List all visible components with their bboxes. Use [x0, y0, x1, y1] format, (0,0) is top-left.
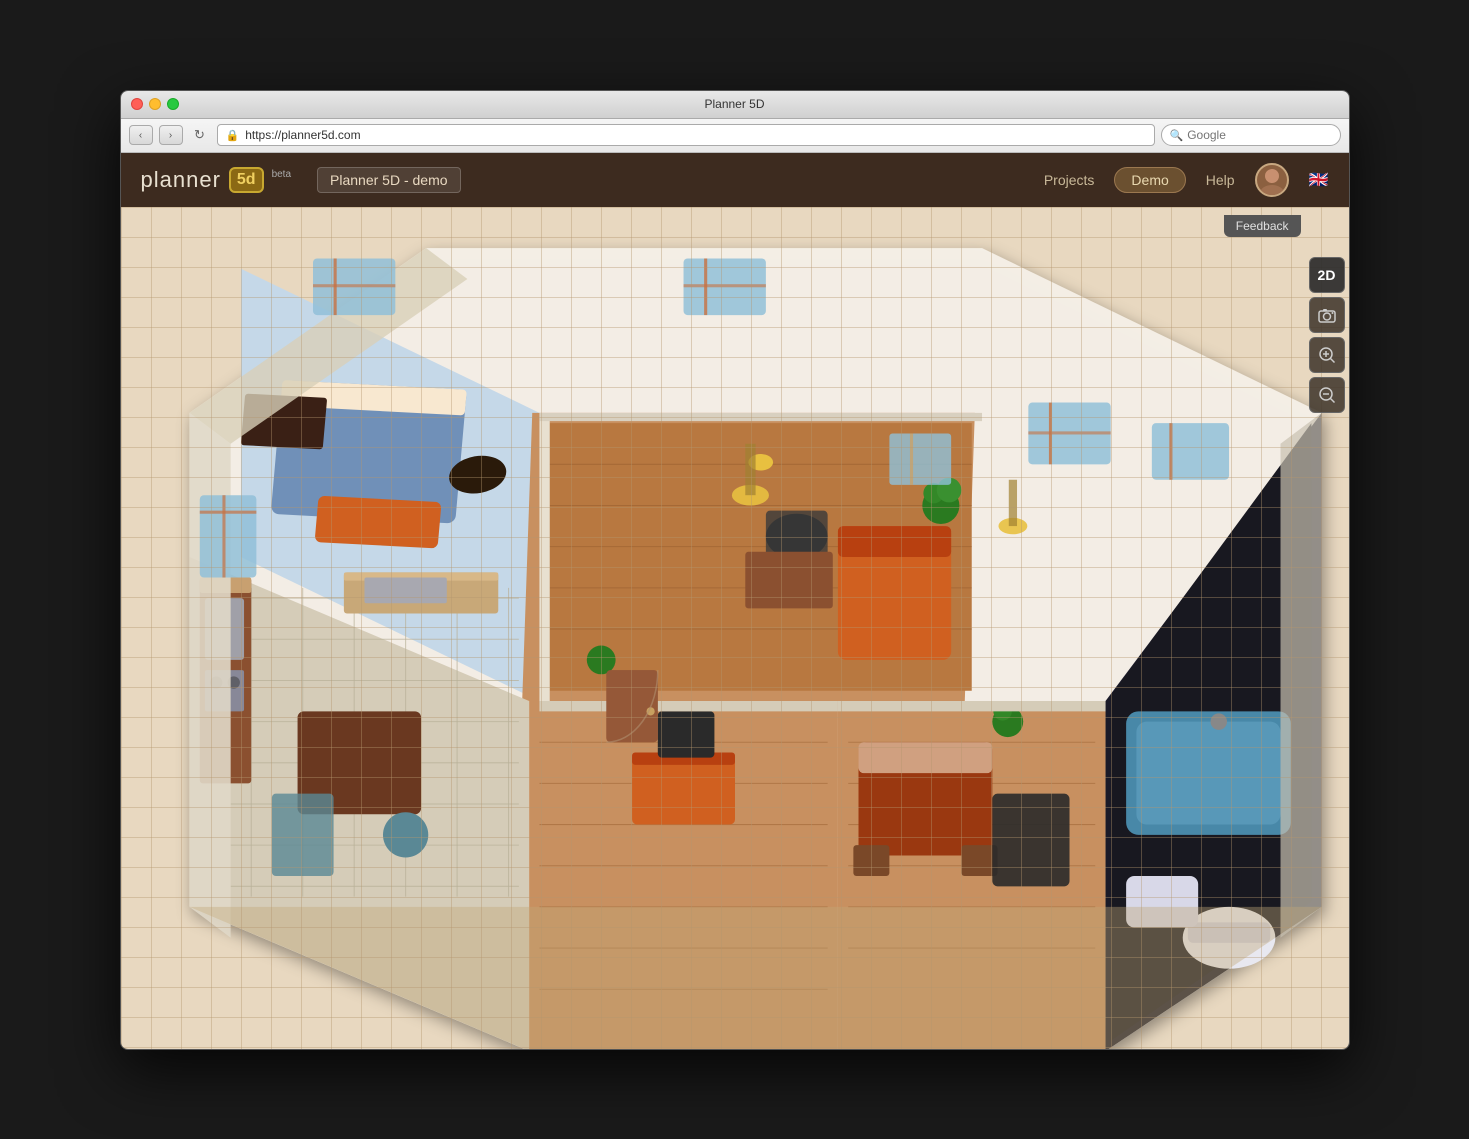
app-header: planner 5d beta Planner 5D - demo Projec… [121, 153, 1349, 207]
feedback-button[interactable]: Feedback [1224, 215, 1301, 237]
demo-nav-button[interactable]: Demo [1114, 167, 1185, 193]
browser-nav-bar: ‹ › ↻ 🔒 🔍 [121, 119, 1349, 153]
projects-nav-item[interactable]: Projects [1044, 172, 1095, 188]
zoom-in-icon [1318, 346, 1336, 364]
camera-icon [1318, 307, 1336, 323]
screenshot-button[interactable] [1309, 297, 1345, 333]
title-bar: Planner 5D [121, 91, 1349, 119]
right-toolbar: 2D [1309, 257, 1345, 413]
header-nav: Projects Demo Help 🇬🇧 [1044, 163, 1329, 197]
search-input[interactable] [1187, 128, 1307, 142]
project-title: Planner 5D - demo [330, 172, 448, 188]
url-input[interactable] [245, 128, 1145, 142]
grid-background [121, 207, 1349, 1050]
main-window: Planner 5D ‹ › ↻ 🔒 🔍 planner 5d beta Pla… [120, 90, 1350, 1050]
traffic-lights [131, 98, 179, 110]
user-avatar[interactable] [1255, 163, 1289, 197]
search-bar[interactable]: 🔍 [1161, 124, 1341, 146]
2d-label: 2D [1318, 267, 1336, 283]
reload-button[interactable]: ↻ [189, 125, 211, 145]
address-bar[interactable]: 🔒 [217, 124, 1155, 146]
avatar-image [1257, 165, 1287, 195]
project-title-area[interactable]: Planner 5D - demo [317, 167, 461, 193]
lock-icon: 🔒 [226, 129, 240, 142]
help-nav-item[interactable]: Help [1206, 172, 1235, 188]
maximize-button[interactable] [167, 98, 179, 110]
zoom-out-icon [1318, 386, 1336, 404]
close-button[interactable] [131, 98, 143, 110]
search-icon: 🔍 [1170, 129, 1184, 142]
logo-text: planner [141, 167, 221, 193]
view-2d-button[interactable]: 2D [1309, 257, 1345, 293]
logo-badge: 5d [229, 167, 264, 193]
zoom-in-button[interactable] [1309, 337, 1345, 373]
logo-area: planner 5d beta [141, 167, 292, 193]
back-button[interactable]: ‹ [129, 125, 153, 145]
language-flag[interactable]: 🇬🇧 [1309, 170, 1329, 190]
beta-badge: beta [272, 169, 291, 180]
forward-button[interactable]: › [159, 125, 183, 145]
canvas-area[interactable]: Feedback 2D [121, 207, 1349, 1050]
minimize-button[interactable] [149, 98, 161, 110]
window-title: Planner 5D [704, 97, 764, 111]
zoom-out-button[interactable] [1309, 377, 1345, 413]
